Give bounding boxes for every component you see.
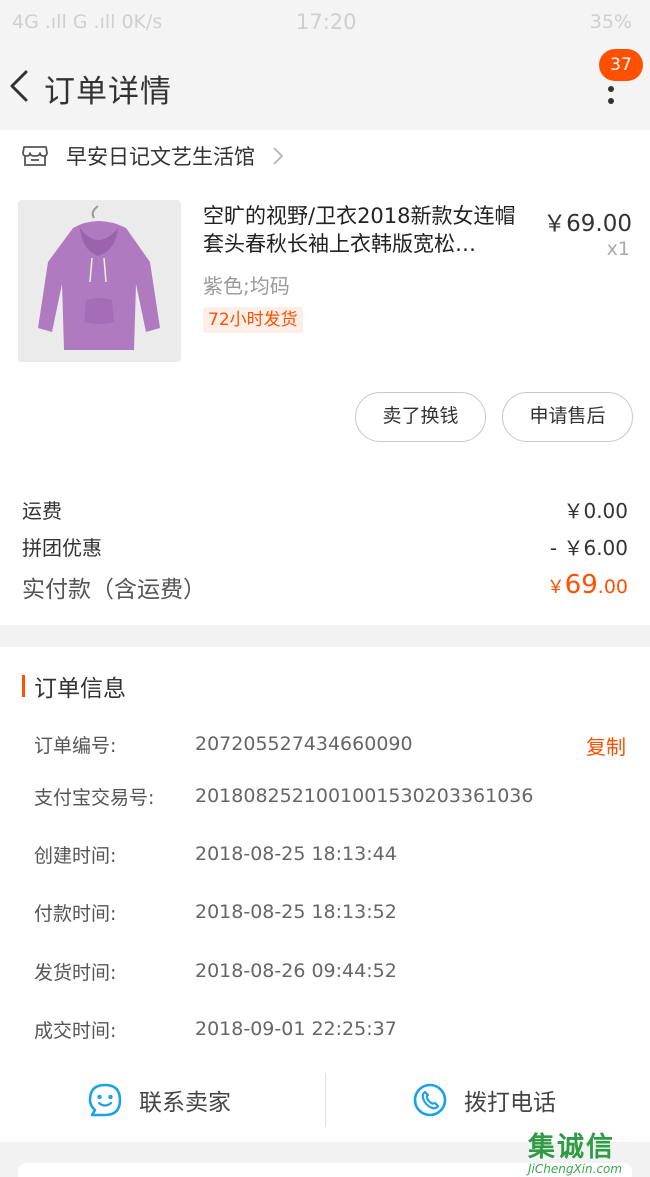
shop-name: 早安日记文艺生活馆 [66, 145, 255, 169]
contact-seller-button[interactable]: 联系卖家 [87, 1074, 231, 1126]
page-title: 订单详情 [44, 74, 172, 110]
chat-bubble-icon [88, 1083, 122, 1117]
product-image[interactable] [18, 200, 181, 362]
after-sale-button[interactable]: 申请售后 [502, 392, 633, 442]
shipped-time-label: 发货时间: [34, 962, 117, 984]
section-header: 订单信息 [22, 671, 126, 702]
call-phone-button[interactable]: 拨打电话 [412, 1074, 556, 1126]
product-price: ￥69.00 [543, 211, 632, 237]
nav-bar: 订单详情 37 [0, 44, 650, 130]
created-time-label: 创建时间: [34, 845, 117, 867]
call-phone-label: 拨打电话 [464, 1090, 556, 1116]
completed-time-value: 2018-09-01 22:25:37 [195, 1018, 397, 1040]
contact-row: 联系卖家 拨打电话 [0, 1074, 650, 1126]
contact-seller-label: 联系卖家 [139, 1090, 231, 1116]
created-time-value: 2018-08-25 18:13:44 [195, 843, 397, 865]
group-discount-label: 拼团优惠 [22, 536, 102, 560]
currency-symbol: ￥ [546, 577, 565, 598]
message-count-badge: 37 [599, 49, 643, 81]
section-accent-bar [22, 675, 25, 697]
order-number-label: 订单编号: [34, 735, 117, 757]
paid-time-label: 付款时间: [34, 903, 117, 925]
shipped-time-value: 2018-08-26 09:44:52 [195, 960, 397, 982]
total-paid-row: 实付款（含运费） ￥69.00 [22, 570, 628, 604]
divider [325, 1074, 326, 1126]
watermark-logo: 集诚信 [528, 1132, 615, 1163]
watermark-url: JiChengXin.com [528, 1162, 623, 1176]
total-paid-label: 实付款（含运费） [22, 577, 206, 603]
total-paid-amount: ￥69.00 [547, 570, 628, 604]
completed-time-label: 成交时间: [34, 1020, 117, 1042]
alipay-trade-label: 支付宝交易号: [34, 787, 155, 809]
shipping-fee-label: 运费 [22, 499, 62, 523]
copy-button[interactable]: 复制 [586, 731, 626, 760]
battery-indicator: 35% [589, 11, 632, 33]
shop-link[interactable]: 早安日记文艺生活馆 [22, 136, 285, 176]
sell-button[interactable]: 卖了换钱 [355, 392, 486, 442]
signal-indicator: 4G .ıll G .ıll 0K/s [12, 11, 163, 33]
product-sku: 紫色;均码 [203, 274, 290, 298]
section-title: 订单信息 [34, 676, 126, 702]
alipay-trade-value: 2018082521001001530203361036 [195, 785, 534, 807]
watermark: 集诚信 JiChengXin.com [528, 1125, 646, 1177]
total-integer: 69 [564, 570, 598, 600]
store-icon [22, 146, 48, 166]
status-bar: 4G .ıll G .ıll 0K/s 17:20 35% [0, 0, 650, 44]
back-arrow-icon[interactable] [6, 66, 36, 106]
total-decimal: .00 [597, 576, 628, 598]
shipping-fee-row: 运费 ￥0.00 [22, 495, 628, 524]
chevron-right-icon [273, 147, 284, 165]
product-quantity: x1 [606, 238, 630, 260]
group-discount-value: - ￥6.00 [549, 536, 628, 560]
order-info-card: 订单信息 订单编号: 207205527434660090 复制 支付宝交易号:… [0, 647, 650, 1142]
paid-time-value: 2018-08-25 18:13:52 [195, 901, 397, 923]
clock: 17:20 [296, 10, 357, 34]
order-product-card: 早安日记文艺生活馆 空旷的视野/卫衣2018新款女连帽套头春秋长袖上衣韩版宽松…… [0, 130, 650, 625]
group-discount-row: 拼团优惠 - ￥6.00 [22, 532, 628, 561]
shipping-fee-value: ￥0.00 [563, 499, 628, 523]
product-title[interactable]: 空旷的视野/卫衣2018新款女连帽套头春秋长袖上衣韩版宽松… [203, 202, 533, 258]
shipping-tag: 72小时发货 [203, 307, 303, 333]
hoodie-image [18, 200, 181, 362]
phone-icon [413, 1083, 447, 1117]
order-number-value: 207205527434660090 [195, 733, 413, 755]
